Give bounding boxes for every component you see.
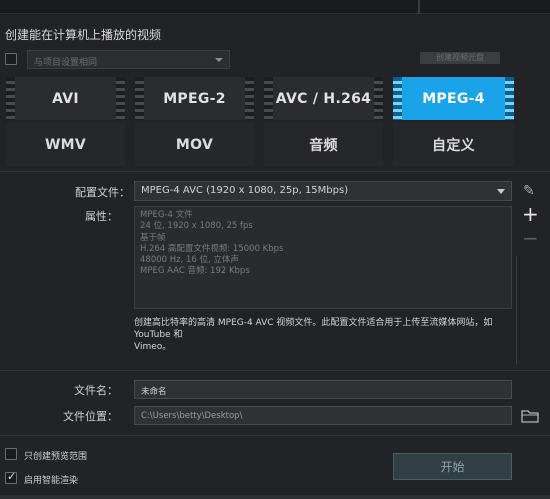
property-line: 24 位, 1920 x 1080, 25 fps bbox=[140, 221, 253, 232]
edit-icon[interactable]: ✎ bbox=[523, 183, 535, 199]
property-line: H.264 高配置文件视频: 15000 Kbps bbox=[140, 243, 284, 254]
chevron-down-icon bbox=[497, 189, 505, 194]
page-title: 创建能在计算机上播放的视频 bbox=[5, 28, 162, 42]
format-tile-label: WMV bbox=[44, 136, 87, 153]
property-line: MPEG AAC 音频: 192 Kbps bbox=[140, 266, 250, 277]
format-tile-label: MOV bbox=[175, 136, 214, 153]
property-line: 48000 Hz, 16 位, 立体声 bbox=[140, 255, 239, 266]
profile-dropdown-value: MPEG-4 AVC (1920 x 1080, 25p, 15Mbps) bbox=[141, 185, 349, 196]
format-tile-wmv[interactable]: WMV bbox=[6, 123, 125, 166]
format-tile-avi[interactable]: AVI bbox=[6, 77, 125, 120]
format-tile-audio[interactable]: 音频 bbox=[264, 123, 383, 166]
hint-tag: 创建视频光盘 bbox=[420, 52, 500, 64]
location-input[interactable]: C:\Users\betty\Desktop\ bbox=[134, 406, 512, 425]
format-tile-label: 自定义 bbox=[432, 137, 475, 154]
device-checkbox[interactable] bbox=[5, 53, 17, 65]
property-line: 基于帧 bbox=[140, 232, 166, 243]
description-line: Vimeo。 bbox=[134, 342, 172, 352]
format-tile-label: MPEG-4 bbox=[422, 90, 485, 107]
bottom-bar bbox=[0, 495, 550, 499]
profile-label: 配置文件： bbox=[75, 186, 130, 199]
divider bbox=[0, 370, 550, 371]
format-tile-mpeg2[interactable]: MPEG-2 bbox=[135, 77, 254, 120]
remove-icon[interactable]: − bbox=[522, 228, 539, 248]
add-icon[interactable]: + bbox=[522, 204, 539, 224]
properties-label: 属性： bbox=[85, 210, 118, 223]
preview-range-label: 只创建预览范围 bbox=[24, 452, 88, 462]
profile-description: 创建高比特率的高清 MPEG-4 AVC 视频文件。此配置文件适合用于上传至流媒… bbox=[134, 317, 518, 353]
chevron-down-icon bbox=[215, 58, 223, 62]
filename-label: 文件名： bbox=[74, 384, 118, 397]
divider bbox=[418, 0, 420, 14]
divider bbox=[0, 435, 550, 436]
format-tile-label: AVI bbox=[52, 90, 79, 107]
folder-icon[interactable] bbox=[521, 409, 539, 423]
format-tile-mov[interactable]: MOV bbox=[135, 123, 254, 166]
device-dropdown[interactable]: 与项目设置相同 bbox=[27, 50, 230, 69]
filename-input[interactable]: 未命名 bbox=[134, 380, 512, 399]
format-tile-custom[interactable]: 自定义 bbox=[393, 123, 514, 166]
preview-range-checkbox[interactable] bbox=[5, 448, 17, 460]
description-line: 创建高比特率的高清 MPEG-4 AVC 视频文件。此配置文件适合用于上传至流媒… bbox=[134, 318, 493, 340]
divider bbox=[0, 171, 550, 172]
format-tile-label: MPEG-2 bbox=[163, 90, 226, 107]
location-label: 文件位置： bbox=[63, 410, 118, 423]
format-tile-label: 音频 bbox=[309, 137, 338, 154]
top-bar bbox=[0, 0, 550, 14]
format-tile-label: AVC / H.264 bbox=[275, 90, 372, 107]
format-tile-avc[interactable]: AVC / H.264 bbox=[264, 77, 383, 120]
smart-render-checkbox[interactable] bbox=[5, 470, 17, 484]
profile-dropdown[interactable]: MPEG-4 AVC (1920 x 1080, 25p, 15Mbps) bbox=[134, 181, 512, 201]
properties-box: MPEG-4 文件 24 位, 1920 x 1080, 25 fps 基于帧 … bbox=[134, 206, 512, 309]
smart-render-label: 启用智能渲染 bbox=[24, 476, 79, 486]
format-tile-mpeg4[interactable]: MPEG-4 bbox=[393, 77, 514, 120]
property-line: MPEG-4 文件 bbox=[140, 210, 193, 220]
start-button[interactable]: 开始 bbox=[393, 453, 512, 480]
device-dropdown-value: 与项目设置相同 bbox=[34, 58, 98, 68]
